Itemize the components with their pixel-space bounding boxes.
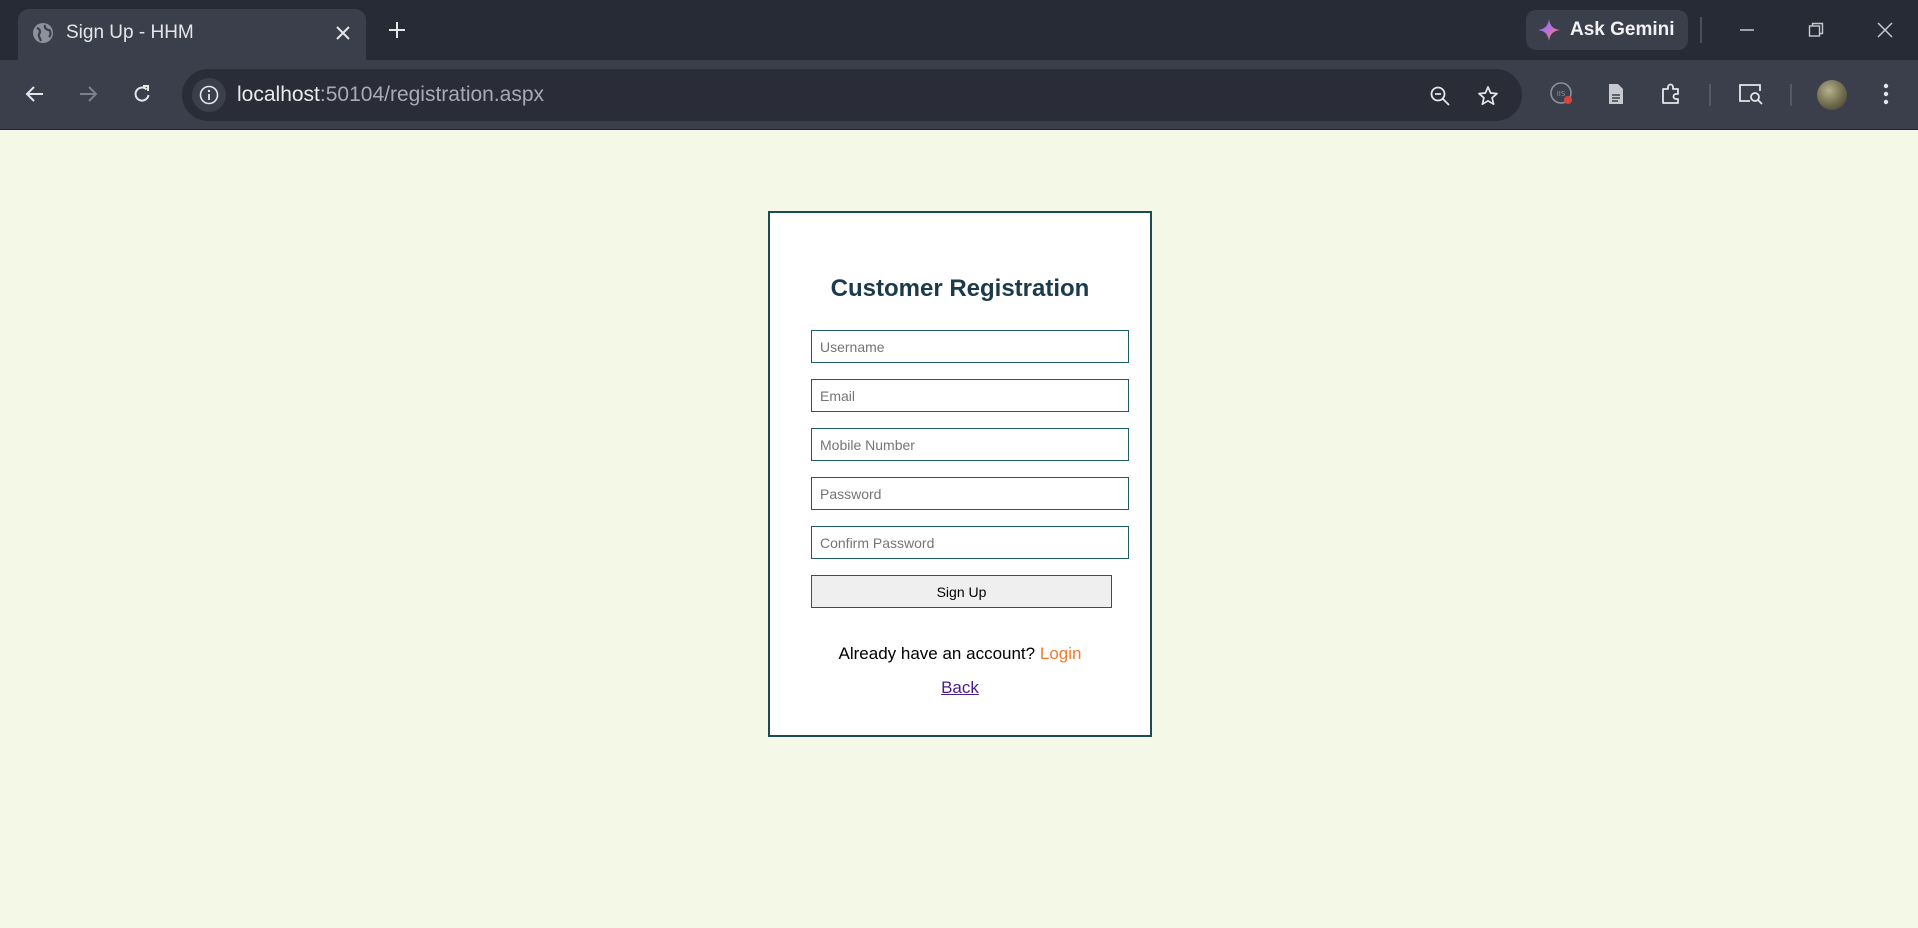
sign-up-button[interactable]: Sign Up <box>811 575 1112 608</box>
extension-badge-icon[interactable]: IIS <box>1545 77 1579 111</box>
back-arrow-icon[interactable] <box>17 76 53 112</box>
close-window-icon[interactable] <box>1868 13 1902 47</box>
ask-gemini-button[interactable]: Ask Gemini <box>1526 10 1688 50</box>
browser-tab-active[interactable]: Sign Up - HHM <box>18 9 366 60</box>
extensions-puzzle-icon[interactable] <box>1654 77 1688 111</box>
page-title: Customer Registration <box>830 275 1090 302</box>
registration-card: Customer Registration Sign Up Already ha… <box>768 211 1152 737</box>
more-menu-icon[interactable] <box>1869 77 1903 111</box>
svg-text:IIS: IIS <box>1557 90 1566 98</box>
close-tab-icon[interactable] <box>330 20 356 46</box>
search-tabs-icon[interactable] <box>1734 77 1768 111</box>
address-bar[interactable]: localhost:50104/registration.aspx <box>182 69 1522 121</box>
login-prompt: Already have an account? Login <box>770 644 1150 664</box>
site-info-icon[interactable] <box>192 78 226 112</box>
mobile-number-field[interactable] <box>811 428 1129 461</box>
ask-gemini-label: Ask Gemini <box>1570 19 1675 40</box>
back-link[interactable]: Back <box>941 678 979 697</box>
confirm-password-field[interactable] <box>811 526 1129 559</box>
globe-icon <box>32 22 54 44</box>
url-host: localhost <box>237 83 320 106</box>
zoom-out-icon[interactable] <box>1426 82 1454 110</box>
login-link[interactable]: Login <box>1040 644 1082 663</box>
divider <box>1790 84 1792 106</box>
browser-tab-strip: Sign Up - HHM Ask Gemini <box>0 0 1918 60</box>
browser-toolbar: localhost:50104/registration.aspx IIS <box>0 60 1918 130</box>
profile-avatar[interactable] <box>1817 80 1847 110</box>
password-field[interactable] <box>811 477 1129 510</box>
new-tab-icon[interactable] <box>381 14 413 46</box>
login-prompt-text: Already have an account? <box>838 644 1036 663</box>
divider <box>1709 84 1711 106</box>
email-field[interactable] <box>811 379 1129 412</box>
restore-icon[interactable] <box>1799 13 1833 47</box>
minimize-icon[interactable] <box>1730 13 1764 47</box>
username-field[interactable] <box>811 330 1129 363</box>
back-link-row: Back <box>770 678 1150 698</box>
forward-arrow-icon[interactable] <box>70 76 106 112</box>
tab-title: Sign Up - HHM <box>66 22 194 43</box>
gemini-sparkle-icon <box>1538 19 1560 41</box>
reload-icon[interactable] <box>124 76 160 112</box>
document-icon[interactable] <box>1599 77 1633 111</box>
url-text[interactable]: localhost:50104/registration.aspx <box>237 83 544 107</box>
divider <box>1700 17 1702 43</box>
bookmark-star-icon[interactable] <box>1474 82 1502 110</box>
url-path: :50104/registration.aspx <box>319 83 545 106</box>
